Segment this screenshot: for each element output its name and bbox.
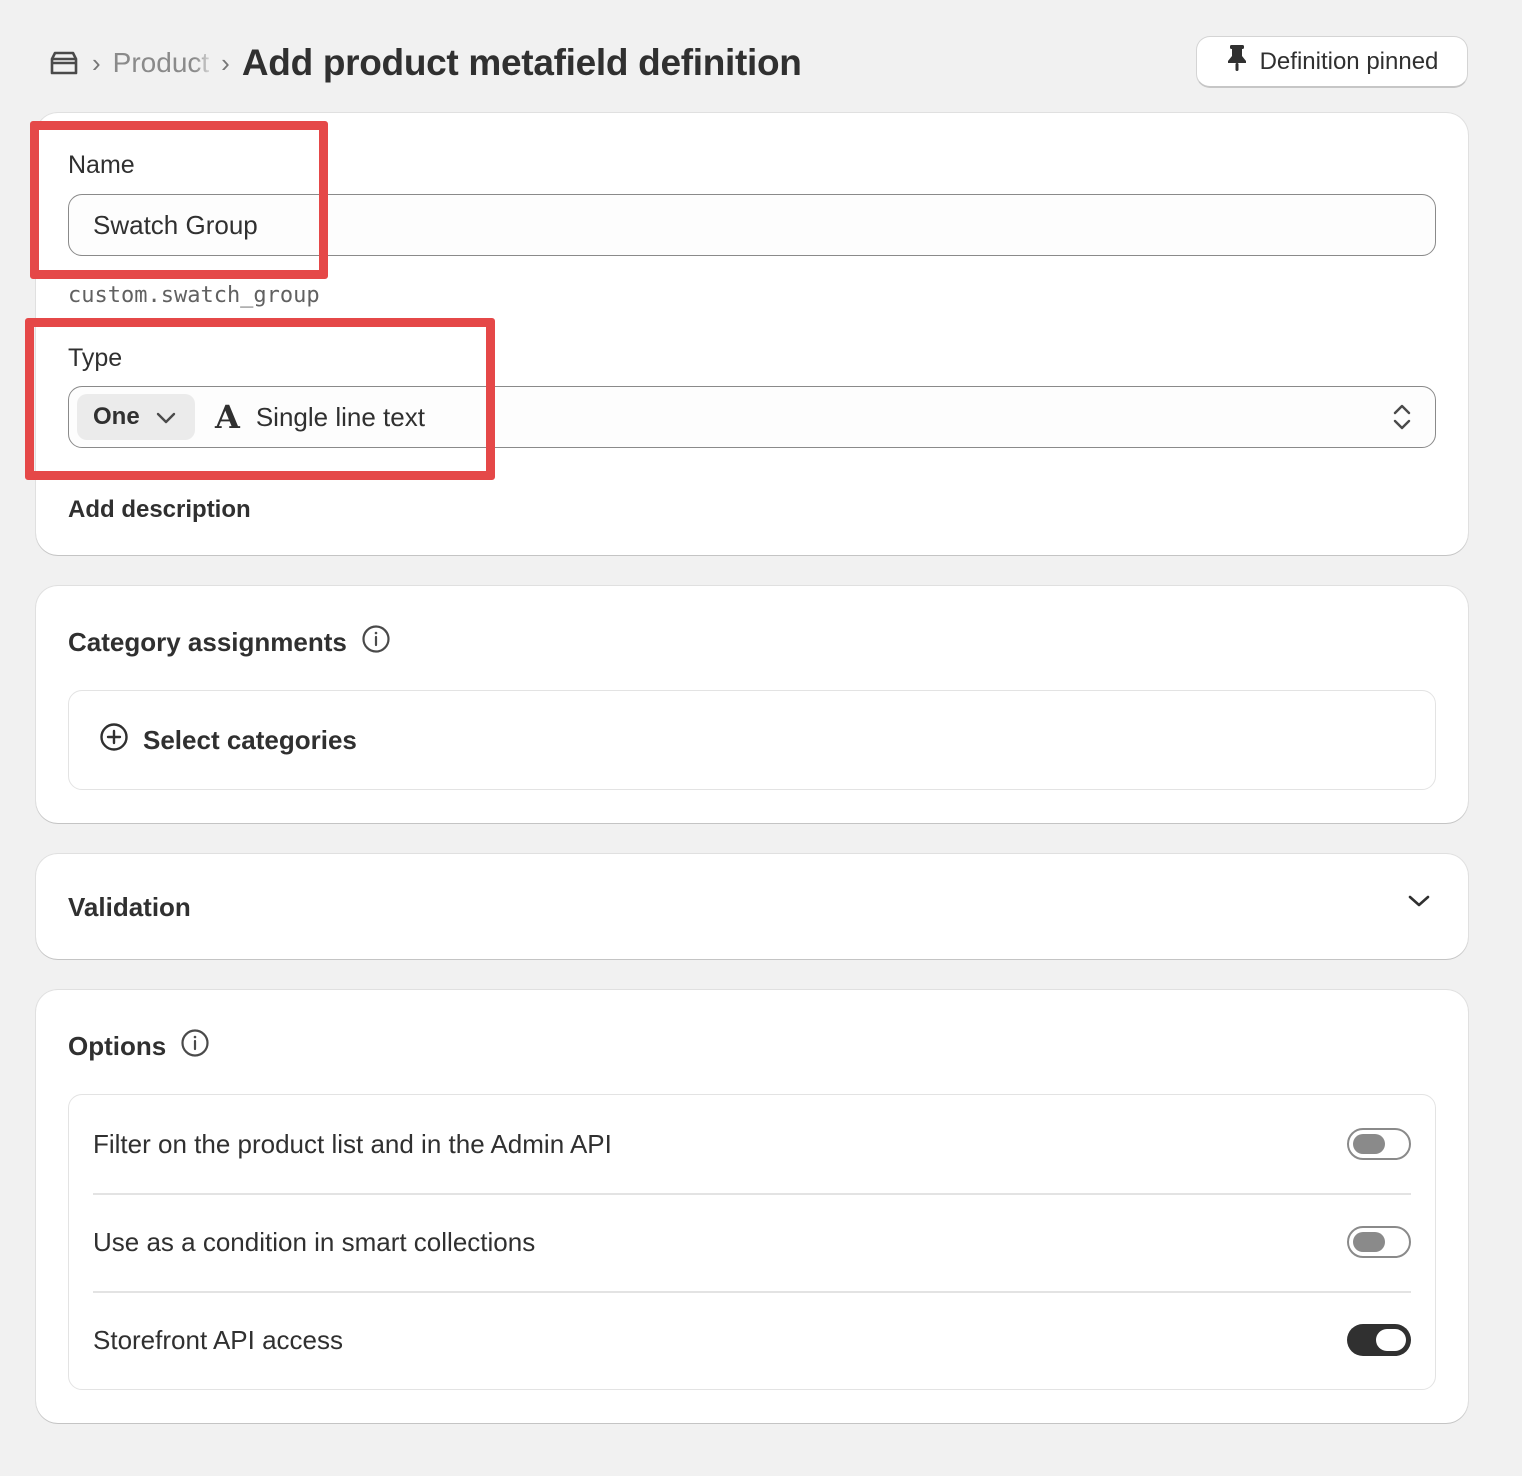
options-title-text: Options xyxy=(68,1031,167,1061)
store-icon[interactable] xyxy=(48,49,80,77)
option-label: Filter on the product list and in the Ad… xyxy=(93,1128,612,1159)
pin-icon xyxy=(1226,44,1248,79)
option-row-smart-collections: Use as a condition in smart collections xyxy=(93,1193,1411,1293)
option-label: Use as a condition in smart collections xyxy=(93,1226,536,1257)
highlight-type xyxy=(25,318,495,480)
option-row-storefront: Storefront API access xyxy=(93,1291,1411,1389)
category-card: Category assignments Select categories xyxy=(36,586,1468,823)
pin-button-label: Definition pinned xyxy=(1259,47,1439,75)
updown-chevron-icon xyxy=(1393,403,1411,436)
options-list: Filter on the product list and in the Ad… xyxy=(68,1094,1436,1390)
validation-title: Validation xyxy=(68,892,191,922)
storefront-api-toggle[interactable] xyxy=(1347,1324,1411,1356)
chevron-down-icon[interactable] xyxy=(1408,894,1430,913)
filter-toggle[interactable] xyxy=(1347,1128,1411,1160)
option-label: Storefront API access xyxy=(93,1324,344,1355)
category-title: Category assignments xyxy=(68,624,391,661)
breadcrumb-product[interactable]: Product xyxy=(113,47,215,79)
category-title-text: Category assignments xyxy=(68,627,347,657)
options-card: Options Filter on the product list and i… xyxy=(36,990,1468,1423)
add-description-link[interactable]: Add description xyxy=(68,496,251,524)
page-title: Add product metafield definition xyxy=(241,42,802,83)
validation-card[interactable]: Validation xyxy=(36,854,1468,959)
info-icon[interactable] xyxy=(180,1028,210,1065)
select-categories-button[interactable]: Select categories xyxy=(68,690,1436,790)
page-header: › Product › Add product metafield defini… xyxy=(48,36,1468,90)
breadcrumb-separator: › xyxy=(92,48,101,78)
namespace-key: custom.swatch_group xyxy=(68,283,320,308)
smart-collections-toggle[interactable] xyxy=(1347,1226,1411,1258)
options-title: Options xyxy=(68,1028,210,1065)
info-icon[interactable] xyxy=(361,624,391,661)
breadcrumb-separator: › xyxy=(221,48,230,78)
definition-pinned-button[interactable]: Definition pinned xyxy=(1196,36,1468,88)
option-row-filter: Filter on the product list and in the Ad… xyxy=(93,1095,1411,1195)
highlight-name xyxy=(30,121,328,279)
plus-circle-icon xyxy=(99,722,129,759)
select-categories-label: Select categories xyxy=(143,724,357,755)
